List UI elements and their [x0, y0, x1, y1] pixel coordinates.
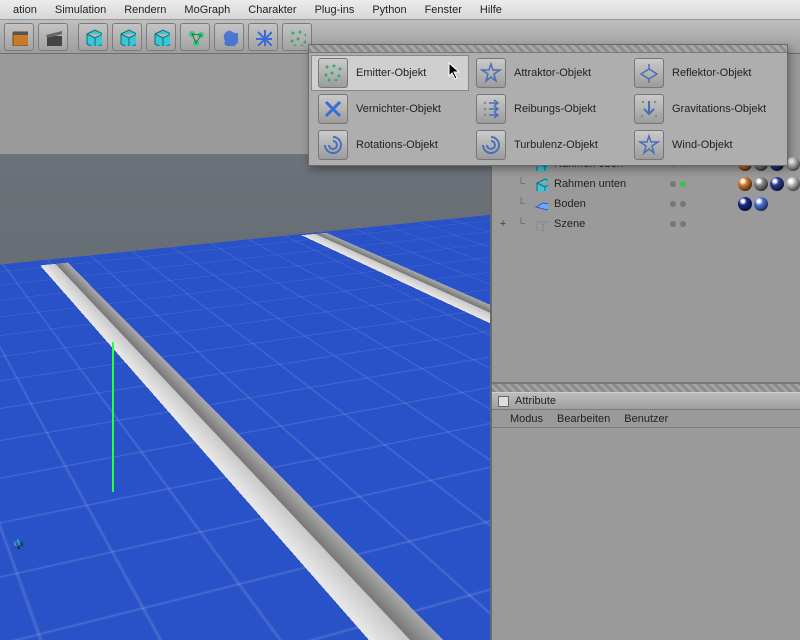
visibility-dot[interactable] — [680, 201, 686, 207]
cube-icon[interactable] — [78, 23, 108, 51]
material-ball-icon[interactable] — [786, 177, 800, 191]
visibility-dot[interactable] — [680, 181, 686, 187]
flyout-item[interactable]: Reibungs-Objekt — [469, 91, 627, 127]
menu-item[interactable]: Hilfe — [471, 4, 511, 16]
emitter-icon — [318, 58, 348, 88]
object-name[interactable]: Szene — [554, 218, 664, 230]
object-name[interactable]: Boden — [554, 198, 664, 210]
menu-item[interactable]: ation — [4, 4, 46, 16]
panel-resize-handle[interactable] — [492, 384, 800, 392]
visibility-dot[interactable] — [670, 201, 676, 207]
flyout-label: Attraktor-Objekt — [514, 67, 591, 79]
flyout-label: Emitter-Objekt — [356, 67, 426, 79]
flyout-item[interactable]: Turbulenz-Objekt — [469, 127, 627, 163]
wind-icon — [634, 130, 664, 160]
tree-line: └ — [514, 198, 528, 210]
y-axis-gizmo — [112, 342, 114, 492]
arrows-out-icon[interactable] — [248, 23, 278, 51]
material-ball-icon[interactable] — [754, 177, 768, 191]
flyout-label: Reflektor-Objekt — [672, 67, 751, 79]
menu-item[interactable]: Simulation — [46, 4, 115, 16]
menu-item[interactable]: Plug-ins — [306, 4, 364, 16]
clapper-icon[interactable] — [38, 23, 68, 51]
visibility-dot[interactable] — [670, 221, 676, 227]
flyout-item[interactable]: Attraktor-Objekt — [469, 55, 627, 91]
toolbar-separator — [72, 23, 74, 51]
attribute-checkbox[interactable] — [498, 396, 509, 407]
flyout-item[interactable]: Gravitations-Objekt — [627, 91, 785, 127]
cubes-icon[interactable] — [112, 23, 142, 51]
menu-item[interactable]: Rendern — [115, 4, 175, 16]
flyout-label: Reibungs-Objekt — [514, 103, 596, 115]
material-ball-icon[interactable] — [738, 197, 752, 211]
particles-flyout: Emitter-Objekt Attraktor-Objekt Reflektor-… — [308, 44, 788, 166]
object-row[interactable]: └ Boden — [492, 194, 800, 214]
scene-icon — [534, 217, 548, 231]
flyout-item[interactable]: Rotations-Objekt — [311, 127, 469, 163]
flyout-item[interactable]: Wind-Objekt — [627, 127, 785, 163]
menu-item[interactable]: MoGraph — [175, 4, 239, 16]
flyout-item[interactable]: Reflektor-Objekt — [627, 55, 785, 91]
attr-tab[interactable]: Bearbeiten — [557, 413, 610, 425]
blob-icon[interactable] — [214, 23, 244, 51]
menu-item[interactable]: Python — [363, 4, 415, 16]
flyout-item[interactable]: Vernichter-Objekt — [311, 91, 469, 127]
rotation-icon — [318, 130, 348, 160]
attr-tab[interactable]: Modus — [510, 413, 543, 425]
friction-icon — [476, 94, 506, 124]
turbulence-icon — [476, 130, 506, 160]
material-ball-icon[interactable] — [738, 177, 752, 191]
material-ball-icon[interactable] — [754, 197, 768, 211]
flyout-label: Rotations-Objekt — [356, 139, 438, 151]
gravitation-icon — [634, 94, 664, 124]
scene-3d: psd — [0, 154, 490, 640]
flyout-label: Gravitations-Objekt — [672, 103, 766, 115]
film-icon[interactable] — [4, 23, 34, 51]
tree-line: └ — [514, 178, 528, 190]
attr-tab[interactable]: Benutzer — [624, 413, 668, 425]
cube-icon — [534, 177, 548, 191]
destructor-icon — [318, 94, 348, 124]
attribute-title: Attribute — [515, 395, 556, 407]
visibility-dot[interactable] — [670, 181, 676, 187]
menu-item[interactable]: Fenster — [416, 4, 471, 16]
object-row[interactable]: + └ Szene — [492, 214, 800, 234]
menu-item[interactable]: Charakter — [239, 4, 305, 16]
flyout-label: Wind-Objekt — [672, 139, 733, 151]
attractor-icon — [476, 58, 506, 88]
molecule-icon[interactable] — [180, 23, 210, 51]
reflector-icon — [634, 58, 664, 88]
object-name[interactable]: Rahmen unten — [554, 178, 664, 190]
flyout-label: Turbulenz-Objekt — [514, 139, 598, 151]
object-row[interactable]: └ Rahmen unten — [492, 174, 800, 194]
attribute-manager: Attribute Modus Bearbeiten Benutzer — [492, 392, 800, 640]
expand-toggle[interactable]: + — [498, 218, 508, 230]
cube-wire-icon[interactable] — [146, 23, 176, 51]
menu-bar: ation Simulation Rendern MoGraph Charakt… — [0, 0, 800, 20]
visibility-dot[interactable] — [680, 221, 686, 227]
material-ball-icon[interactable] — [786, 157, 800, 171]
tree-line: └ — [514, 218, 528, 230]
flyout-label: Vernichter-Objekt — [356, 103, 441, 115]
flyout-drag-handle[interactable] — [309, 45, 787, 53]
material-ball-icon[interactable] — [770, 177, 784, 191]
flyout-item[interactable]: Emitter-Objekt — [311, 55, 469, 91]
floor-icon — [534, 197, 548, 211]
